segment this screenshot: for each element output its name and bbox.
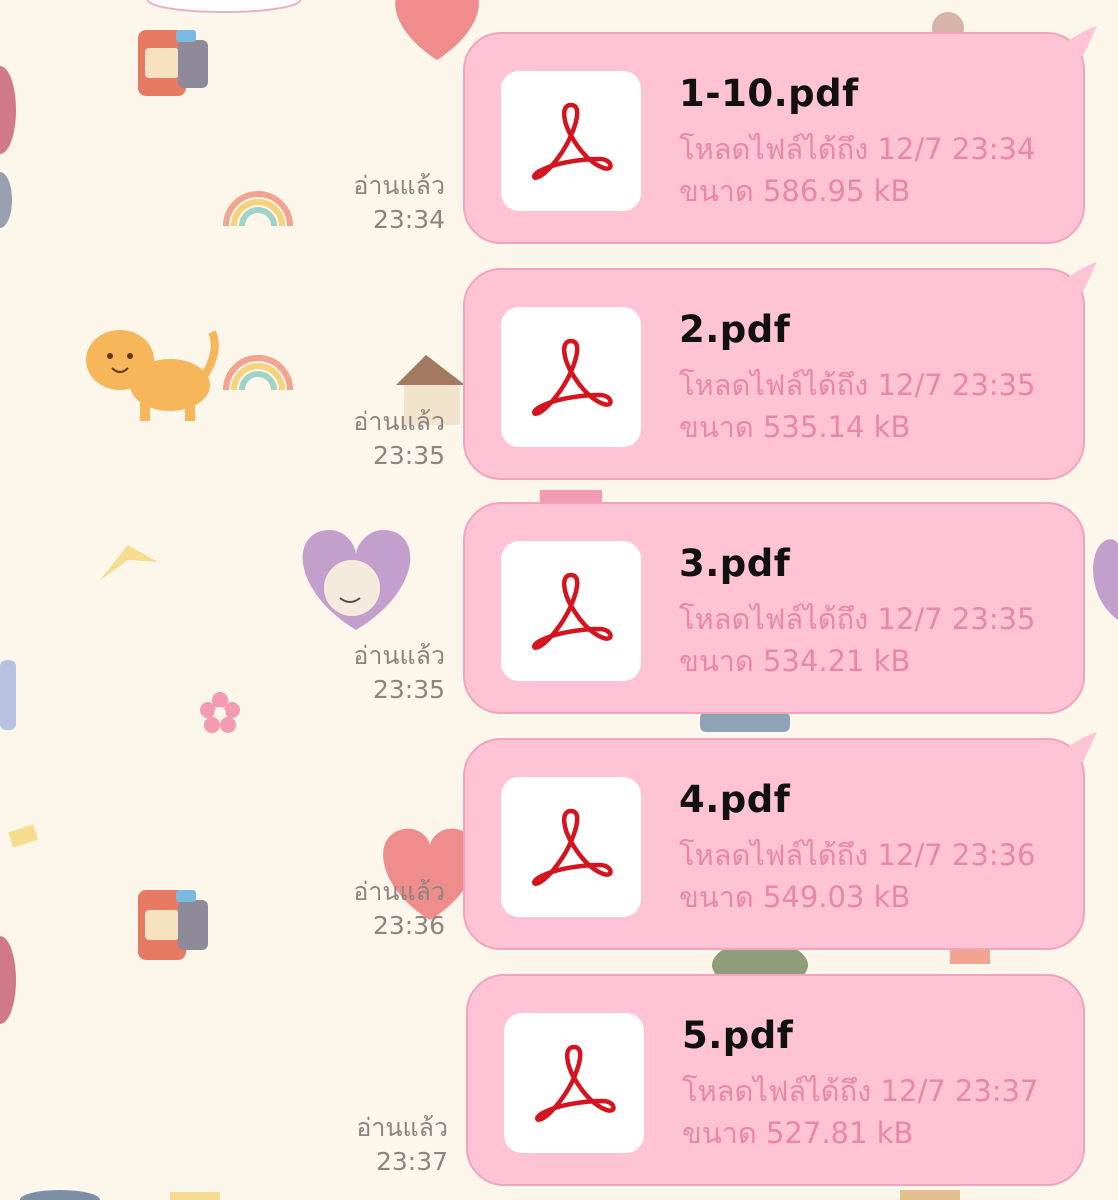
file-thumbnail[interactable] (501, 307, 641, 447)
read-receipt: อ่านแล้ว 23:34 (335, 169, 445, 237)
expiry-label: โหลดไฟล์ได้ถึง (682, 1074, 872, 1108)
message-time: 23:35 (372, 675, 445, 704)
size-value: 549.03 kB (762, 880, 911, 914)
message-time: 23:34 (372, 205, 445, 234)
expiry-value: 12/7 23:34 (877, 132, 1036, 166)
expiry-value: 12/7 23:35 (877, 368, 1036, 402)
pdf-icon (532, 102, 613, 180)
file-name: 5.pdf (682, 1014, 794, 1057)
file-message-bubble[interactable]: 3.pdf โหลดไฟล์ได้ถึง 12/7 23:35 ขนาด 534… (463, 502, 1085, 714)
pdf-icon (535, 1044, 616, 1122)
file-message-bubble[interactable]: 2.pdf โหลดไฟล์ได้ถึง 12/7 23:35 ขนาด 535… (463, 262, 1097, 480)
chat-message: อ่านแล้ว 23:34 1-10.pdf โหลดไฟล์ได้ถึง 1… (0, 26, 1118, 252)
expiry-label: โหลดไฟล์ได้ถึง (679, 132, 869, 166)
read-status-label: อ่านแล้ว (353, 407, 445, 436)
sticker-partial-icon (540, 490, 602, 502)
expiry-label: โหลดไฟล์ได้ถึง (679, 368, 869, 402)
bubble-tail (1053, 262, 1097, 292)
read-receipt: อ่านแล้ว 23:35 (335, 639, 445, 707)
file-name: 3.pdf (679, 542, 791, 585)
chat-message: อ่านแล้ว 23:35 2.pdf โหลดไฟล์ได้ถึง 12/7… (0, 262, 1118, 488)
size-value: 527.81 kB (765, 1116, 914, 1150)
download-expiry: โหลดไฟล์ได้ถึง 12/7 23:37 (682, 1068, 1038, 1114)
file-thumbnail[interactable] (501, 541, 641, 681)
read-status-label: อ่านแล้ว (353, 641, 445, 670)
message-time: 23:37 (375, 1147, 448, 1176)
size-label: ขนาด (679, 644, 754, 678)
file-name: 4.pdf (679, 778, 791, 821)
file-size: ขนาด 535.14 kB (679, 404, 910, 450)
file-size: ขนาด 586.95 kB (679, 168, 910, 214)
message-time: 23:36 (372, 911, 445, 940)
size-value: 534.21 kB (762, 644, 911, 678)
file-size: ขนาด 534.21 kB (679, 638, 910, 684)
chat-message: อ่านแล้ว 23:37 5.pdf โหลดไฟล์ได้ถึง 12/7… (0, 974, 1118, 1194)
file-message-bubble[interactable]: 1-10.pdf โหลดไฟล์ได้ถึง 12/7 23:34 ขนาด … (463, 26, 1097, 244)
read-receipt: อ่านแล้ว 23:36 (335, 875, 445, 943)
pdf-icon (532, 572, 613, 650)
read-receipt: อ่านแล้ว 23:37 (338, 1111, 448, 1179)
file-message-bubble[interactable]: 5.pdf โหลดไฟล์ได้ถึง 12/7 23:37 ขนาด 527… (466, 974, 1085, 1186)
bubble-tail (1053, 732, 1097, 762)
expiry-value: 12/7 23:37 (880, 1074, 1039, 1108)
read-status-label: อ่านแล้ว (356, 1113, 448, 1142)
download-expiry: โหลดไฟล์ได้ถึง 12/7 23:34 (679, 126, 1035, 172)
download-expiry: โหลดไฟล์ได้ถึง 12/7 23:35 (679, 596, 1035, 642)
file-thumbnail[interactable] (501, 71, 641, 211)
chat-message: อ่านแล้ว 23:35 3.pdf โหลดไฟล์ได้ถึง 12/7… (0, 502, 1118, 722)
file-thumbnail[interactable] (501, 777, 641, 917)
file-thumbnail[interactable] (504, 1013, 644, 1153)
download-expiry: โหลดไฟล์ได้ถึง 12/7 23:36 (679, 832, 1035, 878)
file-name: 2.pdf (679, 308, 791, 351)
message-time: 23:35 (372, 441, 445, 470)
file-message-bubble[interactable]: 4.pdf โหลดไฟล์ได้ถึง 12/7 23:36 ขนาด 549… (463, 732, 1097, 950)
expiry-value: 12/7 23:35 (877, 602, 1036, 636)
read-receipt: อ่านแล้ว 23:35 (335, 405, 445, 473)
bubble-tail (1053, 26, 1097, 56)
read-status-label: อ่านแล้ว (353, 877, 445, 906)
expiry-label: โหลดไฟล์ได้ถึง (679, 602, 869, 636)
size-label: ขนาด (682, 1116, 757, 1150)
file-name: 1-10.pdf (679, 72, 859, 115)
file-size: ขนาด 549.03 kB (679, 874, 910, 920)
pdf-icon (532, 808, 613, 886)
size-value: 586.95 kB (762, 174, 911, 208)
size-label: ขนาด (679, 174, 754, 208)
chat-message: อ่านแล้ว 23:36 4.pdf โหลดไฟล์ได้ถึง 12/7… (0, 732, 1118, 958)
size-label: ขนาด (679, 410, 754, 444)
read-status-label: อ่านแล้ว (353, 171, 445, 200)
file-size: ขนาด 527.81 kB (682, 1110, 913, 1156)
pdf-icon (532, 338, 613, 416)
expiry-label: โหลดไฟล์ได้ถึง (679, 838, 869, 872)
size-label: ขนาด (679, 880, 754, 914)
size-value: 535.14 kB (762, 410, 911, 444)
download-expiry: โหลดไฟล์ได้ถึง 12/7 23:35 (679, 362, 1035, 408)
expiry-value: 12/7 23:36 (877, 838, 1036, 872)
